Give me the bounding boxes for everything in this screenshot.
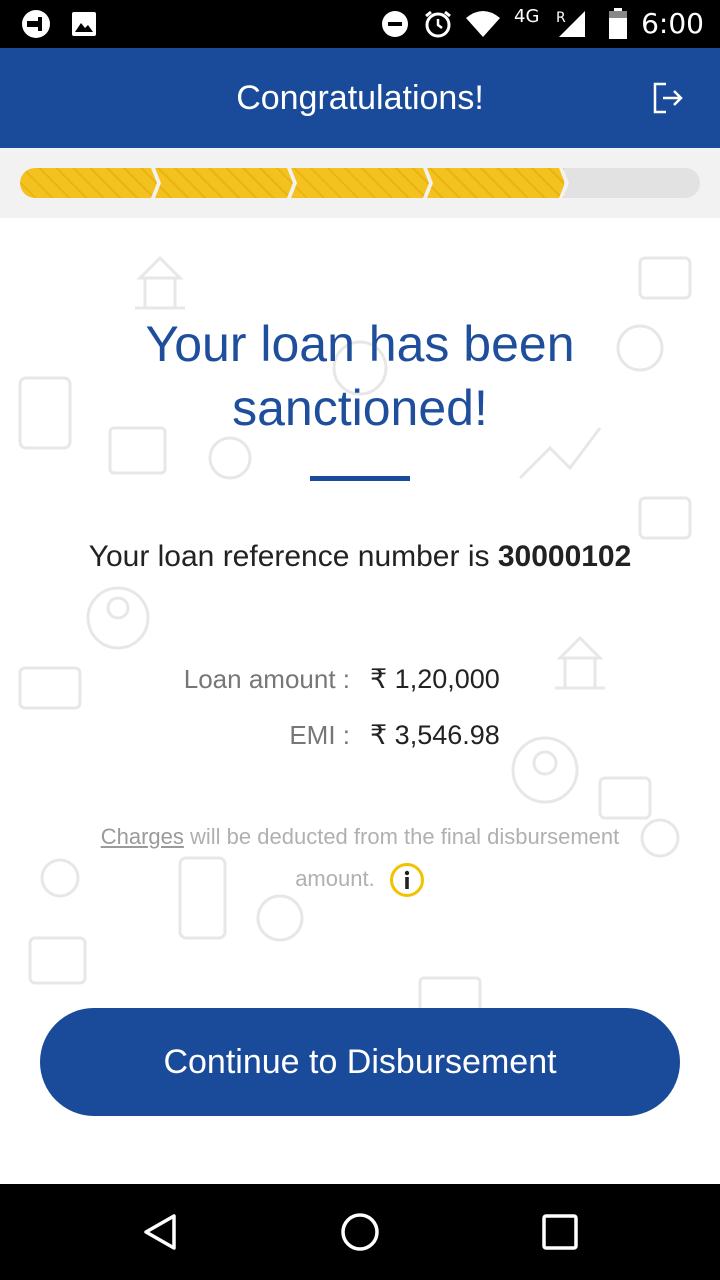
battery-icon	[606, 0, 630, 48]
do-not-disturb-icon	[380, 0, 410, 48]
home-button[interactable]	[338, 1210, 382, 1254]
emi-value: ₹ 3,546.98	[370, 720, 500, 750]
wifi-icon	[464, 0, 502, 48]
loan-amount-label: Loan amount :	[183, 664, 350, 694]
recents-button[interactable]	[538, 1210, 582, 1254]
app-notification-icon	[20, 0, 52, 48]
charges-link[interactable]: Charges	[101, 824, 184, 849]
loan-amount-row: Loan amount : ₹ 1,20,000	[0, 664, 720, 704]
headline-divider	[310, 476, 410, 481]
info-button[interactable]	[389, 862, 425, 898]
emi-label: EMI :	[289, 720, 350, 750]
back-button[interactable]	[138, 1210, 182, 1254]
reference-number: 30000102	[497, 540, 632, 573]
system-nav-bar	[0, 1184, 720, 1280]
progress-section	[0, 148, 720, 218]
network-type: 4G	[514, 6, 540, 27]
progress-bar	[20, 168, 700, 198]
image-notification-icon	[70, 0, 98, 48]
loan-reference: Your loan reference number is 30000102	[0, 540, 720, 574]
app-bar: Congratulations!	[0, 48, 720, 148]
main-content: Your loan has been sanctioned! Your loan…	[0, 218, 720, 1184]
signal-icon	[556, 0, 588, 48]
reference-prefix: Your loan reference number is	[88, 540, 490, 573]
sanction-headline: Your loan has been sanctioned!	[145, 316, 575, 436]
recents-icon	[542, 1214, 578, 1250]
continue-to-disbursement-button[interactable]: Continue to Disbursement	[40, 1008, 680, 1116]
page-title: Congratulations!	[236, 79, 484, 117]
logout-button[interactable]	[650, 80, 686, 116]
emi-row: EMI : ₹ 3,546.98	[0, 720, 720, 760]
alarm-icon	[422, 0, 454, 48]
home-icon	[341, 1213, 379, 1251]
charges-note: Charges will be deducted from the final …	[60, 816, 660, 900]
status-bar: 4G R 6:00	[0, 0, 720, 48]
logout-icon	[653, 82, 683, 114]
loan-amount-value: ₹ 1,20,000	[370, 664, 500, 694]
back-icon	[144, 1214, 176, 1250]
info-icon	[389, 863, 424, 898]
clock: 6:00	[641, 7, 704, 40]
